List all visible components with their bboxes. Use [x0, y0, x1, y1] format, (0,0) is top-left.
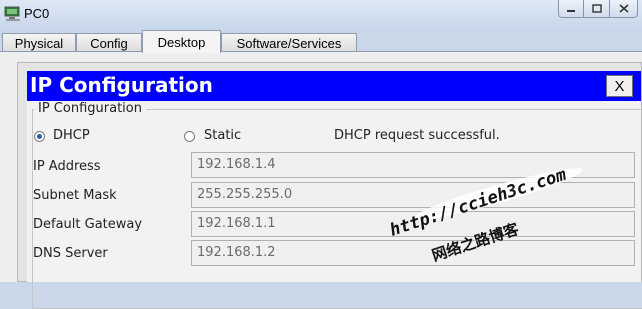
- dns-server-label: DNS Server: [33, 246, 108, 261]
- ip-config-titlebar: IP Configuration X: [27, 71, 641, 101]
- ip-config-group-label: IP Configuration: [34, 101, 146, 116]
- window-controls: [558, 0, 638, 20]
- maximize-icon: [591, 4, 602, 13]
- window-title: PC0: [24, 6, 50, 21]
- tab-software-services[interactable]: Software/Services: [221, 33, 357, 52]
- tab-strip: Physical Config Desktop Software/Service…: [0, 30, 642, 53]
- tab-desktop[interactable]: Desktop: [142, 30, 221, 53]
- default-gateway-field[interactable]: 192.168.1.1: [191, 211, 635, 237]
- window-titlebar: PC0: [0, 0, 642, 30]
- maximize-button[interactable]: [584, 0, 610, 18]
- dns-server-field[interactable]: 192.168.1.2: [191, 240, 635, 266]
- close-icon: [619, 4, 628, 13]
- minimize-icon: [567, 9, 575, 12]
- minimize-button[interactable]: [558, 0, 584, 18]
- ip-address-field[interactable]: 192.168.1.4: [191, 152, 635, 178]
- dhcp-label[interactable]: DHCP: [53, 128, 90, 143]
- dhcp-status-text: DHCP request successful.: [334, 128, 500, 143]
- ip-config-title: IP Configuration: [30, 73, 213, 97]
- ip-address-label: IP Address: [33, 159, 101, 174]
- subnet-mask-field[interactable]: 255.255.255.0: [191, 182, 635, 208]
- ip-config-close-button[interactable]: X: [606, 75, 633, 97]
- close-window-button[interactable]: [610, 0, 638, 18]
- pc-icon: [4, 6, 20, 21]
- dhcp-radio[interactable]: [34, 131, 45, 142]
- default-gateway-label: Default Gateway: [33, 217, 143, 232]
- subnet-mask-label: Subnet Mask: [33, 188, 117, 203]
- static-radio[interactable]: [184, 131, 195, 142]
- tab-physical[interactable]: Physical: [2, 33, 76, 52]
- static-label[interactable]: Static: [204, 128, 241, 143]
- tab-config[interactable]: Config: [76, 33, 142, 52]
